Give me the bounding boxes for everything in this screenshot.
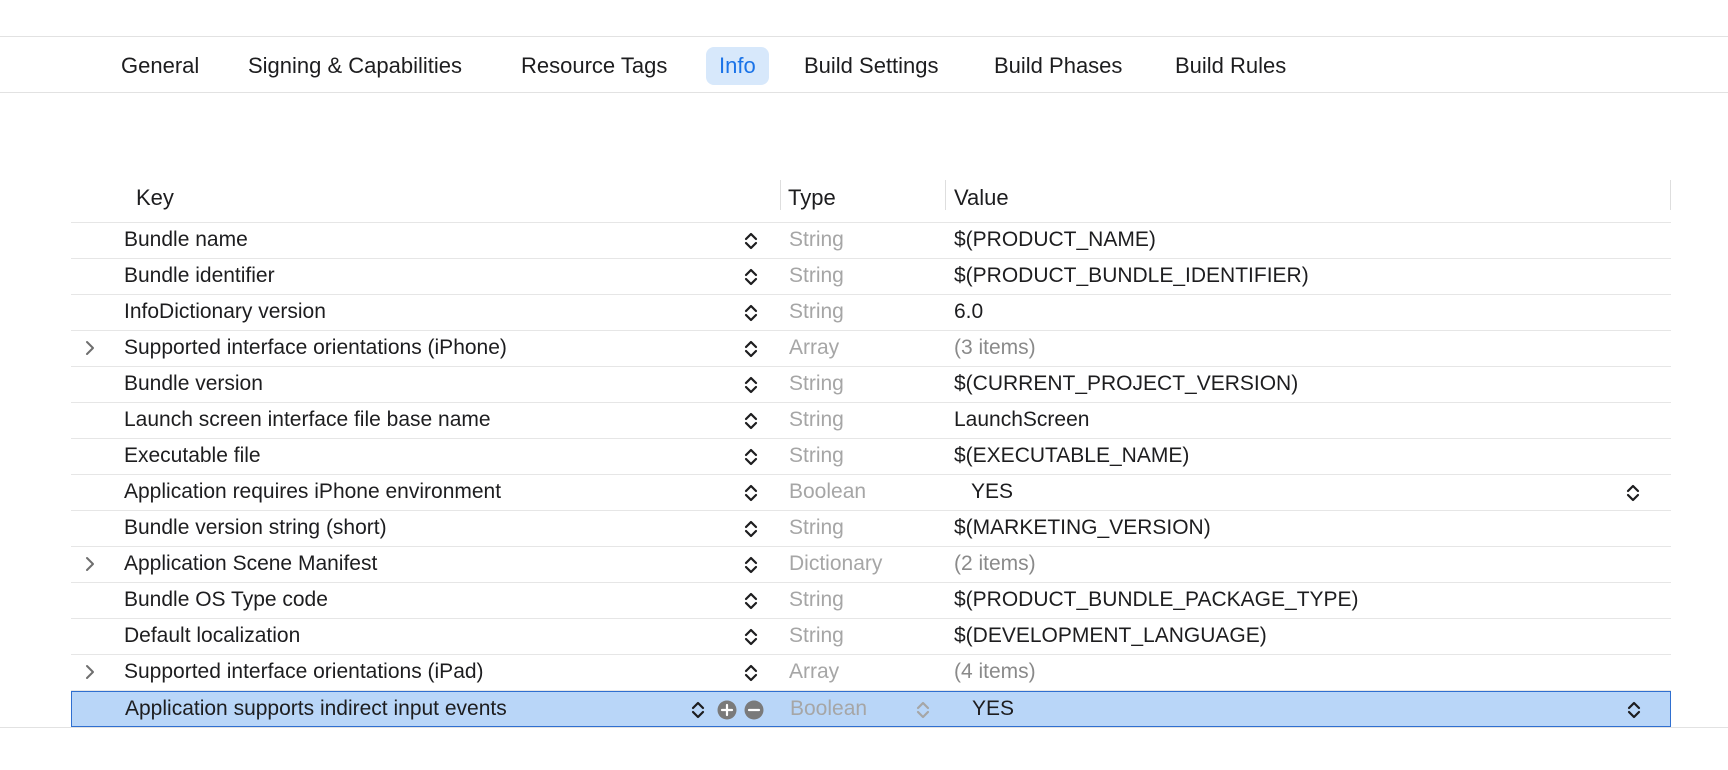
key-stepper-icon[interactable] — [743, 230, 759, 252]
value-stepper-icon[interactable] — [1626, 699, 1642, 721]
row-value[interactable]: $(PRODUCT_BUNDLE_PACKAGE_TYPE) — [954, 583, 1359, 617]
tab-build-phases[interactable]: Build Phases — [981, 47, 1135, 85]
row-key[interactable]: Application Scene Manifest — [124, 547, 377, 581]
row-type[interactable]: Array — [789, 331, 839, 365]
plist-header: Key Type Value — [71, 180, 1671, 223]
plist-row[interactable]: Bundle OS Type code String $(PRODUCT_BUNDL… — [71, 583, 1671, 619]
key-stepper-icon[interactable] — [743, 374, 759, 396]
row-value[interactable]: $(MARKETING_VERSION) — [954, 511, 1211, 545]
row-type[interactable]: String — [789, 511, 844, 545]
row-value[interactable]: YES — [972, 692, 1014, 726]
plist-row[interactable]: InfoDictionary version String 6.0 — [71, 295, 1671, 331]
row-type[interactable]: String — [789, 439, 844, 473]
plist-table: Bundle name String $(PRODUCT_NAME) Bundle i… — [71, 223, 1671, 727]
key-stepper-icon[interactable] — [743, 446, 759, 468]
plist-row[interactable]: Application requires iPhone environment B… — [71, 475, 1671, 511]
key-stepper-icon[interactable] — [743, 338, 759, 360]
plist-row[interactable]: Supported interface orientations (iPad) A… — [71, 655, 1671, 691]
row-key[interactable]: Default localization — [124, 619, 300, 653]
editor-tab-bar: General Signing & Capabilities Resource … — [0, 37, 1728, 93]
tab-build-settings[interactable]: Build Settings — [791, 47, 952, 85]
row-type[interactable]: Dictionary — [789, 547, 882, 581]
column-divider[interactable] — [780, 180, 781, 210]
plist-row[interactable]: Bundle version String $(CURRENT_PROJECT_VE… — [71, 367, 1671, 403]
row-value[interactable]: $(EXECUTABLE_NAME) — [954, 439, 1189, 473]
row-type[interactable]: String — [789, 259, 844, 293]
key-stepper-icon[interactable] — [743, 662, 759, 684]
plist-row[interactable]: Default localization String $(DEVELOPMENT_… — [71, 619, 1671, 655]
row-type[interactable]: Boolean — [789, 475, 866, 509]
disclosure-chevron-icon[interactable] — [81, 339, 99, 357]
tab-build-rules[interactable]: Build Rules — [1162, 47, 1299, 85]
tab-general[interactable]: General — [108, 47, 212, 85]
row-type[interactable]: String — [789, 619, 844, 653]
row-value[interactable]: YES — [971, 475, 1013, 509]
row-key[interactable]: Bundle identifier — [124, 259, 275, 293]
row-value[interactable]: $(CURRENT_PROJECT_VERSION) — [954, 367, 1298, 401]
key-stepper-icon[interactable] — [743, 266, 759, 288]
row-key[interactable]: Bundle version string (short) — [124, 511, 387, 545]
column-divider[interactable] — [1670, 180, 1671, 210]
disclosure-chevron-icon[interactable] — [81, 555, 99, 573]
plist-row[interactable]: Executable file String $(EXECUTABLE_NAME) — [71, 439, 1671, 475]
row-type[interactable]: Boolean — [790, 692, 867, 726]
row-type[interactable]: Array — [789, 655, 839, 689]
column-header-key[interactable]: Key — [136, 180, 174, 222]
row-key[interactable]: InfoDictionary version — [124, 295, 326, 329]
add-row-icon[interactable] — [717, 700, 737, 720]
plist-row[interactable]: Supported interface orientations (iPhone… — [71, 331, 1671, 367]
row-value[interactable]: $(DEVELOPMENT_LANGUAGE) — [954, 619, 1267, 653]
row-key[interactable]: Application requires iPhone environment — [124, 475, 501, 509]
key-stepper-icon[interactable] — [690, 699, 706, 721]
row-key[interactable]: Application supports indirect input even… — [125, 692, 507, 726]
key-stepper-icon[interactable] — [743, 590, 759, 612]
row-type[interactable]: String — [789, 223, 844, 257]
row-type[interactable]: String — [789, 403, 844, 437]
row-value[interactable]: 6.0 — [954, 295, 983, 329]
key-stepper-icon[interactable] — [743, 302, 759, 324]
column-header-type[interactable]: Type — [788, 180, 836, 222]
key-stepper-icon[interactable] — [743, 626, 759, 648]
row-key[interactable]: Bundle version — [124, 367, 263, 401]
key-stepper-icon[interactable] — [743, 410, 759, 432]
plist-row[interactable]: Bundle version string (short) String $(MAR… — [71, 511, 1671, 547]
plist-row[interactable]: Bundle identifier String $(PRODUCT_BUNDLE_… — [71, 259, 1671, 295]
row-key[interactable]: Supported interface orientations (iPad) — [124, 655, 484, 689]
plist-row[interactable]: Application supports indirect input even… — [71, 691, 1671, 727]
type-stepper-icon[interactable] — [915, 699, 931, 721]
row-type[interactable]: String — [789, 583, 844, 617]
disclosure-chevron-icon[interactable] — [81, 663, 99, 681]
row-key[interactable]: Bundle OS Type code — [124, 583, 328, 617]
tab-signing-capabilities[interactable]: Signing & Capabilities — [235, 47, 475, 85]
row-type[interactable]: String — [789, 367, 844, 401]
row-value[interactable]: LaunchScreen — [954, 403, 1089, 437]
row-value[interactable]: (4 items) — [954, 655, 1036, 689]
row-key[interactable]: Supported interface orientations (iPhone… — [124, 331, 507, 365]
key-stepper-icon[interactable] — [743, 482, 759, 504]
row-value[interactable]: (2 items) — [954, 547, 1036, 581]
column-header-value[interactable]: Value — [954, 180, 1009, 222]
bottom-divider — [0, 727, 1728, 728]
plist-row[interactable]: Bundle name String $(PRODUCT_NAME) — [71, 223, 1671, 259]
row-key[interactable]: Bundle name — [124, 223, 248, 257]
key-stepper-icon[interactable] — [743, 554, 759, 576]
row-value[interactable]: $(PRODUCT_BUNDLE_IDENTIFIER) — [954, 259, 1309, 293]
column-divider[interactable] — [945, 180, 946, 210]
key-stepper-icon[interactable] — [743, 518, 759, 540]
tab-info[interactable]: Info — [706, 47, 769, 85]
row-value[interactable]: (3 items) — [954, 331, 1036, 365]
tab-resource-tags[interactable]: Resource Tags — [508, 47, 680, 85]
value-stepper-icon[interactable] — [1625, 482, 1641, 504]
row-type[interactable]: String — [789, 295, 844, 329]
row-value[interactable]: $(PRODUCT_NAME) — [954, 223, 1156, 257]
plist-row[interactable]: Application Scene Manifest Dictionary (2 i… — [71, 547, 1671, 583]
remove-row-icon[interactable] — [744, 700, 764, 720]
row-key[interactable]: Launch screen interface file base name — [124, 403, 491, 437]
plist-row[interactable]: Launch screen interface file base name St… — [71, 403, 1671, 439]
row-key[interactable]: Executable file — [124, 439, 261, 473]
